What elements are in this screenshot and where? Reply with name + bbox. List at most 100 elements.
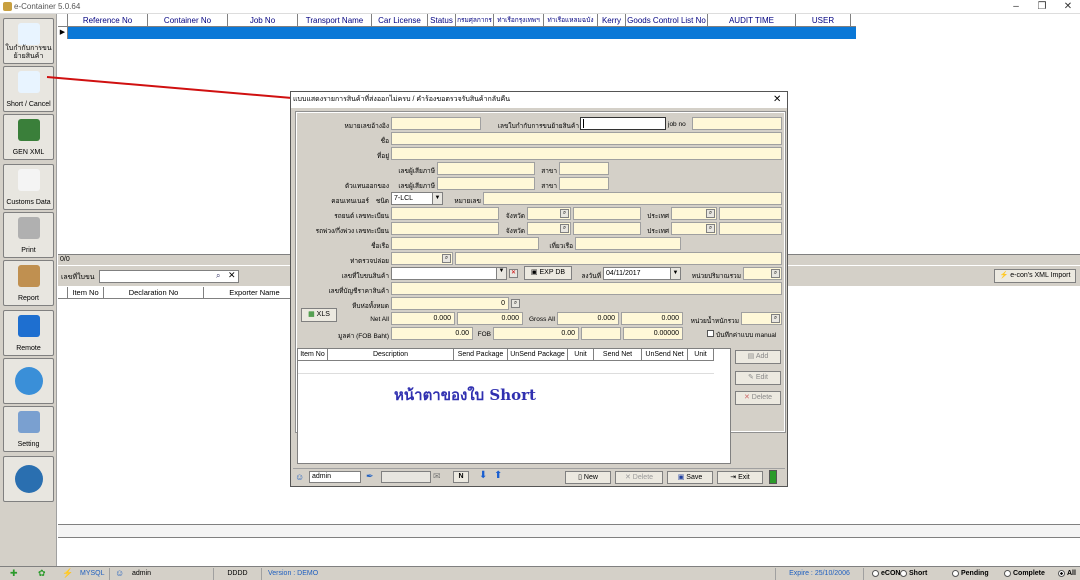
add-record-icon[interactable]: ✚ bbox=[10, 568, 18, 579]
delete-item-label: Delete bbox=[751, 394, 773, 401]
label-net-all: Net All bbox=[370, 316, 389, 323]
agent-tax-field[interactable] bbox=[437, 177, 535, 190]
lookup-icon[interactable]: ⌕ bbox=[771, 269, 780, 278]
lookup-icon[interactable]: ⌕ bbox=[706, 224, 715, 233]
trailer-country-name[interactable] bbox=[719, 222, 782, 235]
net-all-field-2[interactable]: 0.000 bbox=[457, 312, 523, 325]
branch-field[interactable] bbox=[559, 162, 609, 175]
arrow-up-icon[interactable]: ⬆ bbox=[494, 470, 502, 481]
name-field[interactable] bbox=[391, 132, 782, 145]
label-name: ชื่อ bbox=[380, 138, 389, 145]
arrow-down-icon[interactable]: ⬇ bbox=[479, 470, 487, 481]
lookup-icon[interactable]: ⌕ bbox=[442, 254, 451, 263]
column-header[interactable]: Send Net bbox=[594, 349, 642, 361]
filter-radio-group[interactable]: eCON Short Pending Complete All bbox=[870, 568, 1078, 580]
chevron-down-icon[interactable]: ▼ bbox=[670, 268, 680, 279]
refresh-icon[interactable]: ✿ bbox=[38, 568, 46, 579]
label-vessel: ชื่อเรือ bbox=[371, 243, 389, 250]
acct-field[interactable] bbox=[391, 282, 782, 295]
gross-all-field[interactable]: 0.000 bbox=[557, 312, 619, 325]
fob-extra-field[interactable] bbox=[581, 327, 621, 340]
dialog-close-button[interactable]: ✕ bbox=[773, 94, 781, 105]
gross-all-field-2[interactable]: 0.000 bbox=[621, 312, 683, 325]
version-status: Version : DEMO bbox=[264, 568, 776, 580]
exit-button[interactable]: ⇥ Exit bbox=[717, 471, 763, 484]
edit-label: Edit bbox=[755, 374, 768, 381]
add-button[interactable]: ▤ Add bbox=[735, 350, 781, 364]
radio-icon[interactable] bbox=[872, 569, 879, 577]
lookup-icon[interactable]: ⌕ bbox=[560, 209, 569, 218]
expire-status: Expire : 25/10/2006 bbox=[776, 568, 864, 580]
label-gross-all: Gross All bbox=[528, 316, 555, 323]
fob-rate-field[interactable]: 0.00000 bbox=[623, 327, 683, 340]
column-header[interactable]: UnSend Package bbox=[508, 349, 568, 361]
weight-unit-field[interactable]: ⌕ bbox=[741, 312, 782, 325]
column-header[interactable]: UnSend Net bbox=[642, 349, 688, 361]
exp-db-button[interactable]: ▣ EXP DB bbox=[524, 266, 572, 280]
column-header[interactable]: Description bbox=[328, 349, 454, 361]
manual-checkbox[interactable] bbox=[707, 330, 714, 337]
agent-branch-field[interactable] bbox=[559, 177, 609, 190]
port-field[interactable]: ⌕ bbox=[391, 252, 453, 265]
ref-no-field[interactable] bbox=[391, 117, 481, 130]
fob-field[interactable]: 0.00 bbox=[493, 327, 579, 340]
port-name-field[interactable] bbox=[455, 252, 782, 265]
address-field[interactable] bbox=[391, 147, 782, 160]
value-field[interactable]: 0.00 bbox=[391, 327, 473, 340]
filter-radio[interactable]: Pending bbox=[952, 568, 989, 580]
movement-field[interactable] bbox=[580, 117, 666, 130]
n-button[interactable]: N bbox=[453, 471, 469, 483]
lookup-icon[interactable]: ⌕ bbox=[771, 314, 780, 323]
job-no-field[interactable] bbox=[692, 117, 782, 130]
packages-field[interactable]: 0 bbox=[391, 297, 509, 310]
delete-item-button[interactable]: ✕ Delete bbox=[735, 391, 781, 405]
label-trailer: รถพ่วง/กึ่งพ่วง เลขทะเบียน bbox=[315, 228, 389, 235]
radio-icon[interactable] bbox=[1058, 569, 1065, 577]
car-plate-field[interactable] bbox=[391, 207, 499, 220]
dialog-footer: ☺ admin ✒ ✉ N ⬇ ⬆ ▯ New ✕ Delete ▣ Save … bbox=[293, 468, 785, 485]
filter-radio[interactable]: Complete bbox=[1004, 568, 1045, 580]
column-header[interactable]: Item No bbox=[298, 349, 328, 361]
filter-radio[interactable]: eCON bbox=[872, 568, 900, 580]
filter-radio[interactable]: All bbox=[1058, 568, 1076, 580]
edit-button[interactable]: ✎ Edit bbox=[735, 371, 781, 385]
vessel-field[interactable] bbox=[391, 237, 539, 250]
column-header[interactable]: Unit bbox=[688, 349, 714, 361]
tax-id-field[interactable] bbox=[437, 162, 535, 175]
save-button[interactable]: ▣ Save bbox=[667, 471, 713, 484]
delete-button[interactable]: ✕ Delete bbox=[615, 471, 663, 484]
trailer-province-name[interactable] bbox=[573, 222, 641, 235]
column-header[interactable]: Unit bbox=[568, 349, 594, 361]
net-all-field[interactable]: 0.000 bbox=[391, 312, 455, 325]
items-grid-row[interactable] bbox=[298, 361, 714, 374]
car-province-name[interactable] bbox=[573, 207, 641, 220]
radio-icon[interactable] bbox=[952, 569, 959, 577]
qty-unit-field[interactable]: ⌕ bbox=[743, 267, 782, 280]
radio-icon[interactable] bbox=[900, 569, 907, 577]
container-type-select[interactable]: 7-LCL ▼ bbox=[391, 192, 443, 205]
date-picker[interactable]: 04/11/2017 ▼ bbox=[603, 267, 681, 280]
save-icon: ▣ bbox=[677, 474, 685, 481]
column-header[interactable]: Send Package bbox=[454, 349, 508, 361]
chevron-down-icon[interactable]: ▼ bbox=[496, 268, 506, 279]
lookup-icon[interactable]: ⌕ bbox=[511, 299, 520, 308]
chevron-down-icon[interactable]: ▼ bbox=[432, 193, 442, 204]
new-button[interactable]: ▯ New bbox=[565, 471, 611, 484]
radio-icon[interactable] bbox=[1004, 569, 1011, 577]
voyage-field[interactable] bbox=[575, 237, 681, 250]
note-icon[interactable]: ✉ bbox=[433, 471, 441, 482]
container-number-field[interactable] bbox=[483, 192, 782, 205]
trailer-plate-field[interactable] bbox=[391, 222, 499, 235]
decl-select[interactable]: ▼ bbox=[391, 267, 507, 280]
filter-radio[interactable]: Short bbox=[900, 568, 927, 580]
trailer-country-field[interactable]: ⌕ bbox=[671, 222, 717, 235]
xls-button[interactable]: ▦ XLS bbox=[301, 308, 337, 322]
lookup-icon[interactable]: ⌕ bbox=[706, 209, 715, 218]
filter-label: All bbox=[1067, 570, 1076, 577]
clear-decl-icon[interactable]: ✕ bbox=[509, 269, 518, 278]
car-province-field[interactable]: ⌕ bbox=[527, 207, 571, 220]
car-country-field[interactable]: ⌕ bbox=[671, 207, 717, 220]
lookup-icon[interactable]: ⌕ bbox=[560, 224, 569, 233]
car-country-name[interactable] bbox=[719, 207, 782, 220]
trailer-province-field[interactable]: ⌕ bbox=[527, 222, 571, 235]
